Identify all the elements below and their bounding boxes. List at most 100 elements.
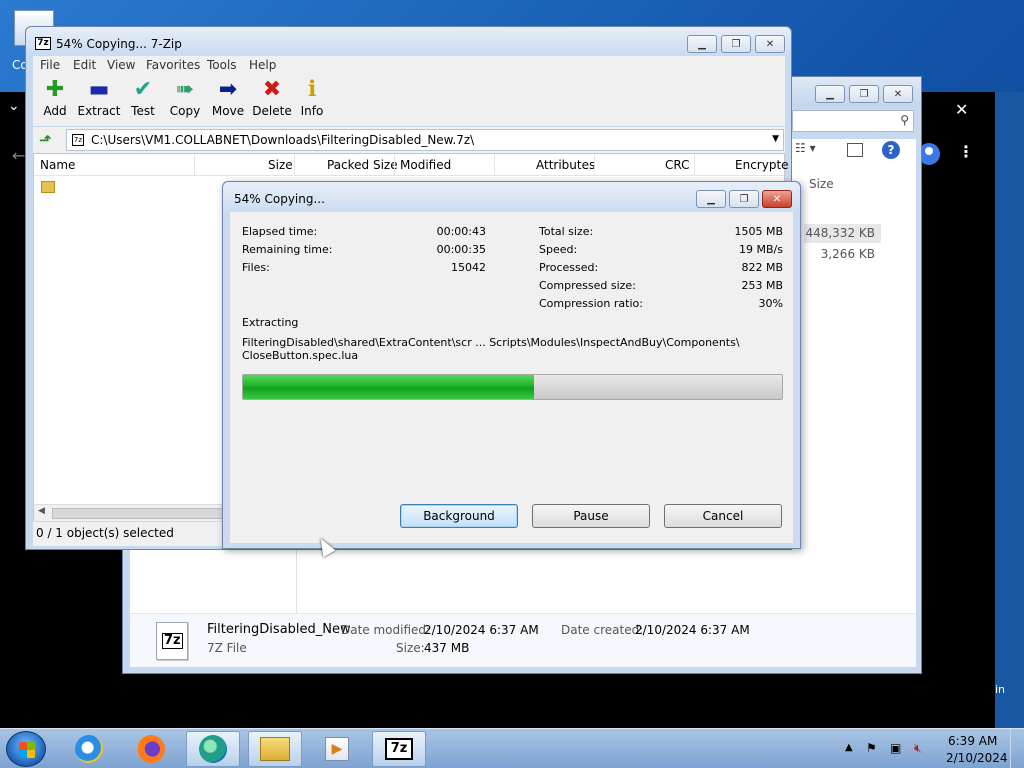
files-label: Files:: [242, 261, 270, 274]
browser-side-text: in: [995, 683, 1006, 696]
speed-value: 19 MB/s: [739, 243, 783, 256]
menu-view[interactable]: View: [107, 58, 135, 72]
back-arrow-icon[interactable]: ←: [12, 146, 25, 165]
taskbar: ▶ 7z ▲ ⚑ ▣ 🔇︎ 6:39 AM 2/10/2024: [0, 728, 1024, 768]
copy-progress-dialog: 54% Copying... ▁ ❐ ✕ Elapsed time: 00:00…: [222, 181, 801, 549]
column-header-attributes[interactable]: Attributes: [536, 158, 595, 172]
7zip-app-icon: 7z: [35, 37, 51, 50]
firefox-icon[interactable]: [124, 731, 178, 767]
menu-tools[interactable]: Tools: [207, 58, 237, 72]
list-header: Name Size Packed Size Modified Attribute…: [34, 154, 789, 176]
7zip-icon: 7z: [385, 738, 413, 760]
7zip-taskbar-button[interactable]: 7z: [372, 731, 426, 767]
file-icon-label: 7z: [162, 633, 183, 649]
compressed-size-value: 253 MB: [741, 279, 783, 292]
processed-value: 822 MB: [741, 261, 783, 274]
column-header-encrypted[interactable]: Encrypte: [735, 158, 789, 172]
cancel-button[interactable]: Cancel: [664, 504, 782, 528]
speed-label: Speed:: [539, 243, 578, 256]
close-icon[interactable]: ✕: [955, 100, 968, 119]
minus-icon: ▬: [88, 77, 110, 102]
background-button[interactable]: Background: [400, 504, 518, 528]
flag-icon[interactable]: ⚑: [866, 741, 880, 755]
clock-date[interactable]: 2/10/2024: [946, 751, 1008, 765]
minimize-button[interactable]: ▁: [687, 35, 717, 53]
folder-icon[interactable]: [41, 181, 55, 193]
list-item-size[interactable]: 3,266 KB: [804, 245, 881, 264]
size-label: Size:: [396, 641, 425, 655]
column-header-packed-size[interactable]: Packed Size: [327, 158, 398, 172]
minimize-button[interactable]: ▁: [815, 85, 845, 103]
date-modified-value: 2/10/2024 6:37 AM: [424, 623, 539, 637]
dialog-title: 54% Copying...: [234, 192, 325, 206]
desktop-strip: [995, 92, 1024, 728]
delete-button[interactable]: ✖ Delete: [249, 78, 295, 124]
move-button[interactable]: ➡ Move: [207, 78, 249, 124]
total-size-value: 1505 MB: [734, 225, 783, 238]
test-button[interactable]: ✔ Test: [123, 78, 163, 124]
windows-logo-icon: [19, 742, 35, 758]
clock-time[interactable]: 6:39 AM: [948, 734, 997, 748]
menu-file[interactable]: File: [40, 58, 60, 72]
scroll-left-icon[interactable]: ◀: [38, 506, 45, 516]
show-desktop-button[interactable]: [1010, 729, 1024, 768]
menu-help[interactable]: Help: [249, 58, 276, 72]
pause-button[interactable]: Pause: [532, 504, 650, 528]
double-arrow-icon: ➠: [175, 77, 195, 102]
network-icon[interactable]: ▣: [890, 741, 904, 755]
minimize-button[interactable]: ▁: [696, 190, 726, 208]
menu-favorites[interactable]: Favorites: [146, 58, 200, 72]
maximize-button[interactable]: ❐: [849, 85, 879, 103]
preview-pane-icon[interactable]: [847, 143, 863, 157]
close-button[interactable]: ✕: [883, 85, 913, 103]
compression-ratio-label: Compression ratio:: [539, 297, 643, 310]
start-button[interactable]: [6, 731, 46, 767]
view-options-icon[interactable]: ☷ ▾: [795, 141, 816, 155]
info-button[interactable]: ℹ Info: [295, 78, 329, 124]
elapsed-time-label: Elapsed time:: [242, 225, 318, 238]
menu-edit[interactable]: Edit: [73, 58, 96, 72]
edge-icon[interactable]: [186, 731, 240, 767]
7z-file-icon: 7z: [156, 622, 188, 660]
maximize-button[interactable]: ❐: [729, 190, 759, 208]
column-header-size[interactable]: Size: [809, 177, 834, 191]
media-player-icon[interactable]: ▶: [310, 731, 364, 767]
column-header-name[interactable]: Name: [40, 158, 75, 172]
arrow-right-icon: ➡: [218, 77, 238, 102]
tray-expand-icon[interactable]: ▲: [845, 742, 853, 753]
close-button[interactable]: ✕: [762, 190, 792, 208]
maximize-button[interactable]: ❐: [721, 35, 751, 53]
date-created-label: Date created:: [561, 623, 644, 637]
date-created-value: 2/10/2024 6:37 AM: [635, 623, 750, 637]
path-field[interactable]: 7z C:\Users\VM1.COLLABNET\Downloads\Filt…: [66, 129, 784, 151]
remaining-time-value: 00:00:35: [436, 243, 486, 256]
path-text: C:\Users\VM1.COLLABNET\Downloads\Filteri…: [91, 133, 475, 147]
plus-icon: ✚: [45, 77, 65, 102]
more-menu-icon[interactable]: ⋮: [958, 142, 974, 161]
compression-ratio-value: 30%: [758, 297, 783, 310]
size-value: 437 MB: [424, 641, 470, 655]
close-button[interactable]: ✕: [755, 35, 785, 53]
scrollbar-thumb[interactable]: [52, 508, 232, 519]
internet-explorer-icon[interactable]: [62, 731, 116, 767]
volume-muted-icon[interactable]: 🔇︎: [914, 741, 928, 755]
progress-bar-fill: [243, 375, 535, 399]
column-header-crc[interactable]: CRC: [665, 158, 690, 172]
folder-up-icon[interactable]: ⬏: [39, 131, 52, 149]
column-header-modified[interactable]: Modified: [400, 158, 451, 172]
add-button[interactable]: ✚ Add: [35, 78, 75, 124]
menu-bar: File Edit View Favorites Tools Help: [33, 56, 785, 76]
search-input[interactable]: ⚲: [792, 110, 914, 132]
column-header-size[interactable]: Size: [268, 158, 293, 172]
help-icon[interactable]: ?: [882, 141, 900, 159]
list-item-size[interactable]: 448,332 KB: [804, 224, 881, 243]
file-type: 7Z File: [207, 641, 247, 655]
extract-button[interactable]: ▬ Extract: [75, 78, 123, 124]
horizontal-scrollbar[interactable]: ◀: [34, 504, 234, 521]
address-bar: ⬏ 7z C:\Users\VM1.COLLABNET\Downloads\Fi…: [33, 127, 785, 153]
file-explorer-icon[interactable]: [248, 731, 302, 767]
dialog-titlebar: 54% Copying... ▁ ❐ ✕: [223, 182, 800, 212]
x-icon: ✖: [262, 77, 282, 102]
copy-button[interactable]: ➠ Copy: [163, 78, 207, 124]
chevron-down-icon[interactable]: ▼: [772, 134, 779, 144]
